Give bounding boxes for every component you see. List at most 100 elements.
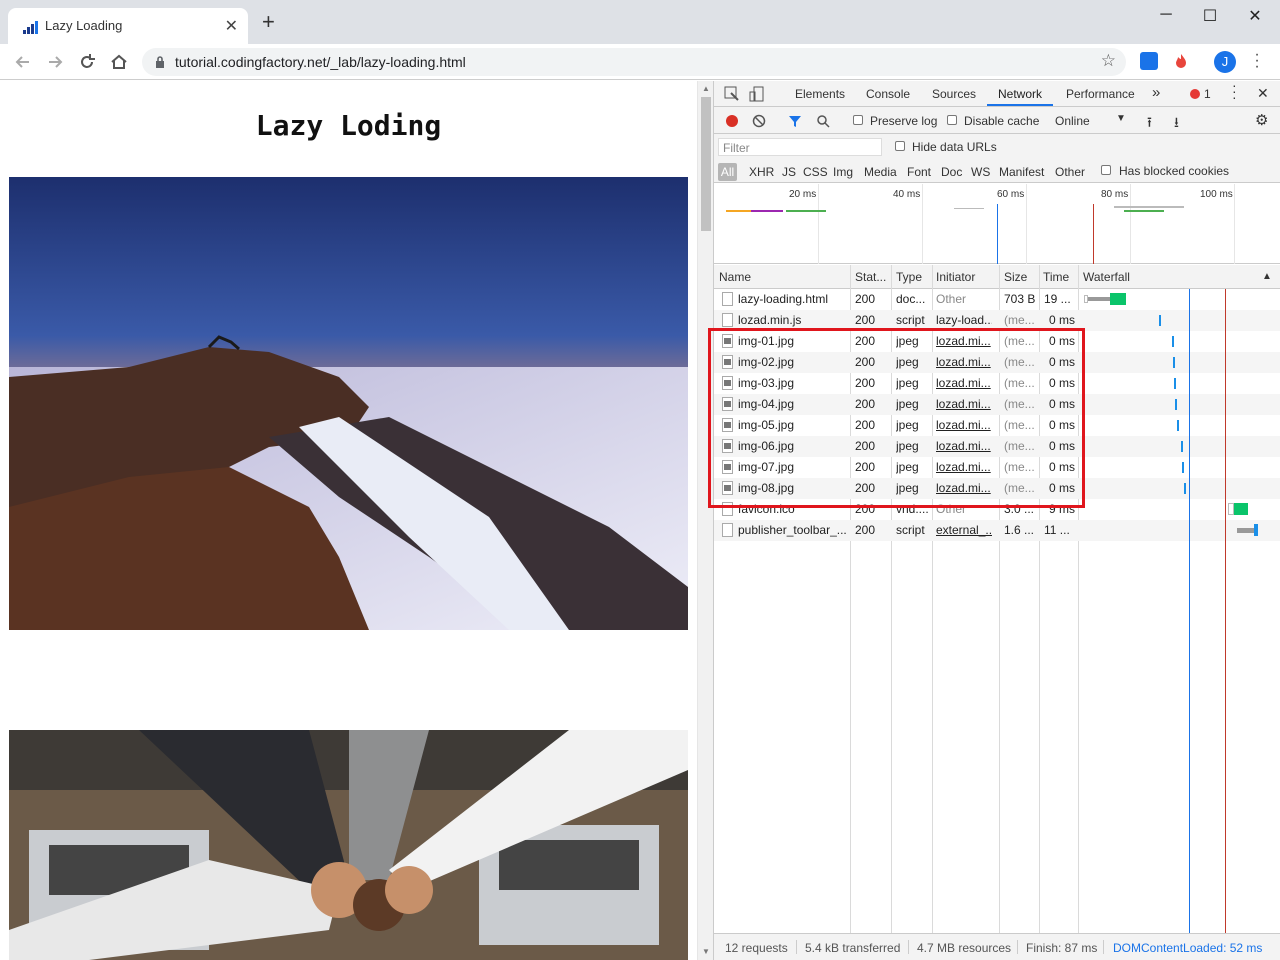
request-status: 200 <box>855 418 876 432</box>
preserve-log-checkbox[interactable] <box>853 115 863 125</box>
record-icon[interactable] <box>726 115 738 127</box>
extension-icon[interactable] <box>1140 52 1158 70</box>
type-filter-all[interactable]: All <box>718 163 737 181</box>
scroll-up-arrow-icon[interactable]: ▲ <box>702 84 710 93</box>
col-status[interactable]: Stat... <box>855 270 886 284</box>
tab-performance[interactable]: Performance <box>1066 87 1135 101</box>
error-count[interactable]: 1 <box>1204 87 1211 101</box>
sort-ascending-icon[interactable]: ▲ <box>1262 271 1272 282</box>
dcl-timeline-line <box>1189 289 1190 938</box>
more-tabs-icon[interactable]: » <box>1152 84 1160 101</box>
throttling-select[interactable]: Online <box>1055 114 1090 128</box>
col-type[interactable]: Type <box>896 270 922 284</box>
request-name: lozad.min.js <box>738 313 802 327</box>
type-filter-doc[interactable]: Doc <box>941 165 962 179</box>
tab-console[interactable]: Console <box>866 87 910 101</box>
table-row[interactable]: img-01.jpg 200 jpeg lozad.mi... (me... 0… <box>714 331 1280 352</box>
back-icon[interactable] <box>12 51 34 73</box>
request-time: 0 ms <box>1048 481 1075 495</box>
image-file-icon <box>722 481 733 495</box>
has-blocked-cookies-checkbox[interactable] <box>1101 165 1111 175</box>
overview-load-line <box>1093 204 1094 264</box>
tab-close-icon[interactable]: ✕ <box>225 16 238 36</box>
request-time: 0 ms <box>1048 376 1075 390</box>
table-row[interactable]: lazy-loading.html 200 doc... Other 703 B… <box>714 289 1280 310</box>
network-overview[interactable]: 20 ms 40 ms 60 ms 80 ms 100 ms <box>714 184 1280 264</box>
browser-tab[interactable]: Lazy Loading ✕ <box>8 8 248 44</box>
clear-icon[interactable] <box>752 114 766 128</box>
request-initiator-link[interactable]: lozad.mi... <box>936 376 992 390</box>
search-icon[interactable] <box>816 114 830 128</box>
table-row[interactable]: publisher_toolbar_... 200 script externa… <box>714 520 1280 541</box>
col-time[interactable]: Time <box>1043 270 1069 284</box>
maximize-button[interactable]: ☐ <box>1200 6 1220 26</box>
tab-sources[interactable]: Sources <box>932 87 976 101</box>
throttling-dropdown-icon[interactable]: ▼ <box>1116 113 1126 124</box>
import-har-icon[interactable]: ⭱ <box>1147 112 1152 136</box>
request-initiator: Other <box>936 292 967 306</box>
request-initiator-link[interactable]: lozad.mi... <box>936 418 992 432</box>
close-window-button[interactable]: ✕ <box>1245 6 1265 26</box>
col-waterfall[interactable]: Waterfall <box>1083 270 1130 284</box>
table-row[interactable]: img-07.jpg 200 jpeg lozad.mi... (me... 0… <box>714 457 1280 478</box>
table-row[interactable]: img-03.jpg 200 jpeg lozad.mi... (me... 0… <box>714 373 1280 394</box>
type-filter-ws[interactable]: WS <box>971 165 990 179</box>
bookmark-star-icon[interactable]: ☆ <box>1101 51 1116 71</box>
request-initiator-link[interactable]: external_... <box>936 523 992 537</box>
profile-avatar[interactable]: J <box>1214 51 1236 73</box>
table-row[interactable]: img-06.jpg 200 jpeg lozad.mi... (me... 0… <box>714 436 1280 457</box>
filter-icon[interactable] <box>788 114 802 128</box>
type-filter-xhr[interactable]: XHR <box>749 165 774 179</box>
type-filter-css[interactable]: CSS <box>803 165 828 179</box>
new-tab-button[interactable]: + <box>262 11 275 33</box>
minimize-button[interactable]: ─ <box>1156 6 1176 26</box>
export-har-icon[interactable]: ⭳ <box>1174 112 1179 136</box>
col-name[interactable]: Name <box>719 270 751 284</box>
tab-network[interactable]: Network <box>998 87 1042 101</box>
table-row[interactable]: img-04.jpg 200 jpeg lozad.mi... (me... 0… <box>714 394 1280 415</box>
request-initiator-link[interactable]: lozad.mi... <box>936 460 992 474</box>
table-row[interactable]: img-02.jpg 200 jpeg lozad.mi... (me... 0… <box>714 352 1280 373</box>
tab-elements[interactable]: Elements <box>795 87 845 101</box>
table-row[interactable]: favicon.ico 200 vnd.... Other 3.0 ... 9 … <box>714 499 1280 520</box>
request-initiator-link[interactable]: lozad.mi... <box>936 355 992 369</box>
reload-icon[interactable] <box>76 51 98 73</box>
type-filter-js[interactable]: JS <box>782 165 796 179</box>
type-filter-font[interactable]: Font <box>907 165 931 179</box>
col-initiator[interactable]: Initiator <box>936 270 975 284</box>
page-viewport: Lazy Loding <box>0 81 697 960</box>
page-scrollbar[interactable]: ▲ ▼ <box>697 81 713 960</box>
device-toolbar-icon[interactable] <box>749 86 765 102</box>
inspect-element-icon[interactable] <box>724 86 740 102</box>
type-filter-img[interactable]: Img <box>833 165 853 179</box>
waterfall-bar <box>1237 528 1254 533</box>
scroll-down-arrow-icon[interactable]: ▼ <box>702 947 710 956</box>
request-type: doc... <box>896 292 926 306</box>
browser-menu-icon[interactable]: · · · <box>1250 47 1264 75</box>
col-size[interactable]: Size <box>1004 270 1027 284</box>
type-filter-media[interactable]: Media <box>864 165 897 179</box>
home-icon[interactable] <box>108 51 130 73</box>
type-filter-manifest[interactable]: Manifest <box>999 165 1044 179</box>
request-initiator-link[interactable]: lozad.mi... <box>936 481 992 495</box>
disable-cache-checkbox[interactable] <box>947 115 957 125</box>
network-settings-gear-icon[interactable]: ⚙ <box>1255 111 1268 129</box>
table-row[interactable]: img-08.jpg 200 jpeg lozad.mi... (me... 0… <box>714 478 1280 499</box>
extension-fire-icon[interactable] <box>1172 52 1190 70</box>
image-file-icon <box>722 376 733 390</box>
table-row[interactable]: lozad.min.js 200 script lazy-load... (me… <box>714 310 1280 331</box>
address-bar[interactable]: tutorial.codingfactory.net/_lab/lazy-loa… <box>142 48 1126 76</box>
request-initiator-link[interactable]: lozad.mi... <box>936 439 992 453</box>
close-devtools-icon[interactable]: ✕ <box>1257 85 1269 102</box>
filter-input[interactable]: Filter <box>718 138 882 156</box>
overview-tick-40ms: 40 ms <box>893 189 921 200</box>
devtools-menu-icon[interactable]: · · · <box>1232 78 1237 104</box>
forward-icon[interactable] <box>44 51 66 73</box>
request-initiator-link[interactable]: lozad.mi... <box>936 397 992 411</box>
waterfall-bar <box>1174 378 1176 389</box>
request-initiator-link[interactable]: lozad.mi... <box>936 334 992 348</box>
table-row[interactable]: img-05.jpg 200 jpeg lozad.mi... (me... 0… <box>714 415 1280 436</box>
hide-data-urls-checkbox[interactable] <box>895 141 905 151</box>
scrollbar-thumb[interactable] <box>701 97 711 231</box>
type-filter-other[interactable]: Other <box>1055 165 1085 179</box>
